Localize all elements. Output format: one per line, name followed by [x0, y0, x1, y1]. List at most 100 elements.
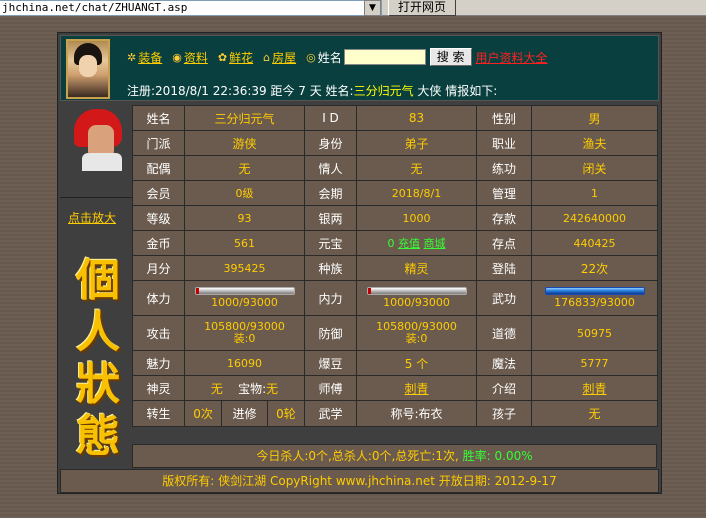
table-row: 体力 1000/93000 内力 1000/93000 武功 176833/93… [132, 280, 658, 316]
stat-key: 神灵 [132, 375, 185, 401]
search-input[interactable] [343, 49, 426, 65]
stat-value: 三分归元气 [184, 105, 305, 131]
stat-key: 银两 [304, 205, 357, 231]
recharge-link[interactable]: 充值 [398, 237, 420, 250]
stat-key: 身份 [304, 130, 357, 156]
reg-suffix: 大侠 情报如下: [413, 84, 498, 98]
stat-key: 存款 [476, 205, 532, 231]
shop-link[interactable]: 商城 [424, 237, 446, 250]
stat-value: 2018/8/1 [356, 180, 477, 206]
nav-flowers-link[interactable]: 鲜花 [229, 49, 253, 66]
table-row: 姓名 三分归元气 I D 83 性别 男 [132, 105, 658, 131]
stat-key: 元宝 [304, 230, 357, 256]
stat-key: 存点 [476, 230, 532, 256]
stat-key: 种族 [304, 255, 357, 281]
stat-key: 介绍 [476, 375, 532, 401]
header-nav: ✲ 装备 ◉ 资料 ✿ 鲜花 ⌂ 房屋 ◎ 姓名 搜 索 用户资料大全 [127, 48, 558, 66]
stat-value: 无 [356, 155, 477, 181]
treasure-value: 无 [266, 381, 279, 396]
attack-cell: 105800/93000 装:0 [184, 315, 305, 351]
stat-value: 刺青 [356, 375, 477, 401]
stat-key: 转生 [132, 400, 185, 427]
stat-key: 会期 [304, 180, 357, 206]
table-row: 会员 0级 会期 2018/8/1 管理 1 [132, 180, 658, 206]
user-avatar[interactable] [66, 39, 110, 99]
stat-value: 精灵 [356, 255, 477, 281]
internal-power-bar [366, 287, 467, 295]
stat-value: 22次 [531, 255, 658, 281]
address-bar[interactable]: jhchina.net/chat/ZHUANGT.asp [0, 0, 382, 16]
table-row: 攻击 105800/93000 装:0 防御 105800/93000 装:0 … [132, 315, 658, 351]
stat-key: 孩子 [476, 400, 532, 427]
stamina-value: 1000/93000 [211, 296, 278, 309]
stat-key: 会员 [132, 180, 185, 206]
nav-equipment-link[interactable]: 装备 [138, 49, 162, 66]
stat-value: 1 [531, 180, 658, 206]
stat-value: 5777 [531, 350, 658, 376]
kill-stats: 今日杀人:0个,总杀人:0个,总死亡:1次, 胜率: 0.00% [132, 444, 657, 468]
stat-value: 561 [184, 230, 305, 256]
internal-power-cell: 1000/93000 [356, 280, 477, 316]
stat-key: 魅力 [132, 350, 185, 376]
go-button[interactable]: 打开网页 [388, 0, 456, 16]
left-column: 点击放大 個 人 狀 態 [60, 105, 132, 467]
stat-key: 管理 [476, 180, 532, 206]
title-char: 狀 [76, 359, 120, 410]
spirit-value: 无 [210, 381, 223, 396]
status-panel: ✲ 装备 ◉ 资料 ✿ 鲜花 ⌂ 房屋 ◎ 姓名 搜 索 用户资料大全 注册:2… [57, 32, 662, 494]
stat-value-yuanbao: 0 充值 商城 [356, 230, 477, 256]
reg-name: 三分归元气 [353, 84, 414, 98]
defense-equip: 装:0 [405, 332, 428, 345]
table-row: 魅力 16090 爆豆 5 个 魔法 5777 [132, 350, 658, 376]
stat-key: 登陆 [476, 255, 532, 281]
title-char: 人 [76, 307, 120, 358]
table-row: 配偶 无 情人 无 练功 闭关 [132, 155, 658, 181]
zoom-link[interactable]: 点击放大 [68, 209, 116, 226]
all-users-link[interactable]: 用户资料大全 [476, 49, 548, 66]
yuanbao-count: 0 [387, 237, 395, 250]
nav-house-link[interactable]: 房屋 [272, 49, 296, 66]
introducer-link[interactable]: 刺青 [582, 382, 606, 396]
stat-key: 姓名 [132, 105, 185, 131]
table-row: 等级 93 银两 1000 存款 242640000 [132, 205, 658, 231]
stat-key: 魔法 [476, 350, 532, 376]
stat-key: 体力 [132, 280, 185, 316]
table-row: 门派 游侠 身份 弟子 职业 渔夫 [132, 130, 658, 156]
gear-icon: ✲ [127, 50, 137, 64]
stat-value: 93 [184, 205, 305, 231]
table-row: 转生 0次 进修 0轮 武学 称号:布衣 孩子 无 [132, 400, 658, 427]
defense-cell: 105800/93000 装:0 [356, 315, 477, 351]
internal-power-value: 1000/93000 [383, 296, 450, 309]
stat-key: I D [304, 105, 357, 131]
stat-value: 395425 [184, 255, 305, 281]
character-portrait[interactable] [64, 109, 130, 171]
stat-key: 金币 [132, 230, 185, 256]
stat-value: 刺青 [531, 375, 658, 401]
stat-key: 武功 [476, 280, 532, 316]
browser-toolbar: jhchina.net/chat/ZHUANGT.asp ▼ 打开网页 [0, 0, 706, 16]
stat-value: 闭关 [531, 155, 658, 181]
master-link[interactable]: 刺青 [404, 382, 428, 396]
stat-key: 防御 [304, 315, 357, 351]
address-dropdown-icon[interactable]: ▼ [364, 0, 381, 16]
title-char: 個 [76, 255, 120, 306]
stat-value: 16090 [184, 350, 305, 376]
stat-key: 练功 [476, 155, 532, 181]
attack-equip: 装:0 [233, 332, 256, 345]
flower-icon: ✿ [217, 50, 228, 64]
name-label: 姓名 [317, 50, 342, 65]
stat-key: 月分 [132, 255, 185, 281]
study-rounds: 0轮 [267, 401, 304, 426]
table-row: 神灵 无 宝物:无 师傅 刺青 介绍 刺青 [132, 375, 658, 401]
nav-profile-link[interactable]: 资料 [184, 49, 208, 66]
stat-value: 0级 [184, 180, 305, 206]
spirit-cell: 无 宝物:无 [184, 375, 305, 401]
kill-stats-text: 今日杀人:0个,总杀人:0个,总死亡:1次, [256, 449, 459, 463]
stat-value: 无 [531, 400, 658, 427]
stat-key: 师傅 [304, 375, 357, 401]
stat-value: 1000 [356, 205, 477, 231]
search-button[interactable]: 搜 索 [429, 48, 472, 66]
stat-key: 性别 [476, 105, 532, 131]
martial-value: 176833/93000 [554, 296, 635, 309]
rebirth-count: 0次 [185, 401, 223, 426]
